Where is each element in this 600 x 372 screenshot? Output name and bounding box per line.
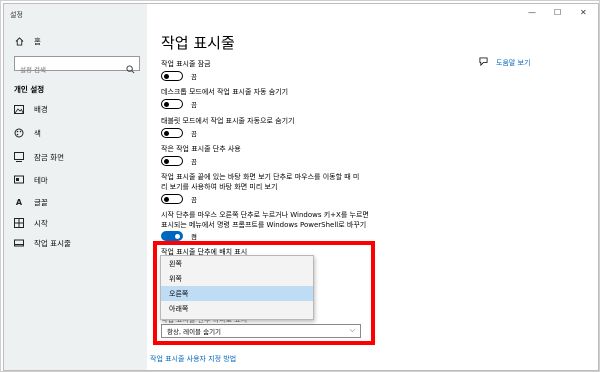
maximize-button[interactable]: ☐ bbox=[554, 8, 561, 17]
setting-autohide-tablet-label: 태블릿 모드에서 작업 표시줄 자동으로 숨기기 bbox=[161, 117, 295, 125]
app-title: 설정 bbox=[10, 11, 23, 19]
peek-toggle[interactable] bbox=[161, 194, 183, 204]
setting-lock-taskbar-label: 작업 표시줄 잠금 bbox=[161, 60, 211, 68]
small-buttons-toggle[interactable] bbox=[161, 156, 183, 166]
setting-autohide-desktop: 끔 bbox=[161, 99, 197, 109]
setting-powershell-label: 시작 단추를 마우스 오른쪽 단추로 누르거나 Windows 키+X를 누르면… bbox=[161, 210, 369, 230]
sidebar-item-label: 홈 bbox=[34, 36, 41, 46]
dropdown-option-right[interactable]: 오른쪽 bbox=[161, 286, 313, 301]
toggle-state: 끔 bbox=[191, 73, 197, 81]
background-icon bbox=[14, 104, 24, 114]
toggle-state: 켬 bbox=[191, 233, 197, 241]
sidebar-item-label: 잠금 화면 bbox=[34, 152, 64, 162]
setting-autohide-desktop-label: 데스크톱 모드에서 작업 표시줄 자동 숨기기 bbox=[161, 88, 289, 96]
search-icon[interactable] bbox=[126, 59, 135, 74]
help-icon bbox=[479, 57, 488, 68]
help-label: 도움말 보기 bbox=[496, 58, 531, 67]
sidebar-item-label: 작업 표시줄 bbox=[34, 238, 71, 248]
chevron-down-icon: ⌵ bbox=[349, 326, 355, 334]
page-title: 작업 표시줄 bbox=[161, 34, 235, 52]
setting-powershell-line1: 시작 단추를 마우스 오른쪽 단추로 누르거나 Windows 키+X를 누르면 bbox=[161, 211, 369, 219]
search-field[interactable] bbox=[14, 56, 140, 77]
autohide-desktop-toggle[interactable] bbox=[161, 99, 183, 109]
autohide-tablet-toggle[interactable] bbox=[161, 128, 183, 138]
toggle-state: 끔 bbox=[191, 101, 197, 109]
taskbar-position-dropdown: 왼쪽 위쪽 오른쪽 아래쪽 bbox=[160, 255, 314, 320]
setting-peek-line2: 리 보기를 사용하여 바탕 화면 미리 보기 bbox=[161, 183, 278, 191]
sidebar-item-home[interactable]: 홈 bbox=[14, 34, 41, 48]
dropdown-option-left[interactable]: 왼쪽 bbox=[161, 256, 313, 271]
lock-taskbar-toggle[interactable] bbox=[161, 71, 183, 81]
dropdown-option-bottom[interactable]: 아래쪽 bbox=[161, 301, 313, 316]
theme-icon bbox=[14, 175, 24, 185]
setting-peek: 끔 bbox=[161, 194, 197, 204]
sidebar-item-label: 테마 bbox=[34, 175, 48, 185]
search-input[interactable] bbox=[15, 63, 120, 77]
sidebar-item-label: 색 bbox=[34, 128, 41, 138]
sidebar-item-start[interactable]: 시작 bbox=[14, 216, 48, 230]
combine-buttons-select[interactable]: 항상, 레이블 숨기기 ⌵ bbox=[161, 324, 361, 338]
setting-lock-taskbar: 끔 bbox=[161, 71, 197, 81]
powershell-toggle[interactable] bbox=[161, 231, 183, 241]
customize-taskbar-link[interactable]: 작업 표시줄 사용자 지정 방법 bbox=[150, 354, 236, 364]
sidebar-section-title: 개인 설정 bbox=[14, 85, 45, 94]
setting-peek-label: 작업 표시줄 끝에 있는 바탕 화면 보기 단추로 마우스를 이동할 때 미 리… bbox=[161, 172, 359, 192]
sidebar-item-taskbar[interactable]: 작업 표시줄 bbox=[14, 236, 71, 250]
font-icon: A bbox=[15, 197, 23, 207]
combine-buttons-value: 항상, 레이블 숨기기 bbox=[167, 328, 222, 336]
start-icon bbox=[14, 218, 24, 228]
main-panel: — ☐ ✕ 작업 표시줄 도움말 보기 작업 표시줄 잠금 끔 데스크톱 모드에… bbox=[147, 4, 598, 370]
sidebar: 설정 홈 개인 설정 배경 색 bbox=[4, 4, 147, 370]
close-button[interactable]: ✕ bbox=[580, 8, 587, 17]
setting-autohide-tablet: 끔 bbox=[161, 128, 197, 138]
home-icon bbox=[14, 36, 24, 46]
sidebar-item-theme[interactable]: 테마 bbox=[14, 173, 48, 187]
minimize-button[interactable]: — bbox=[528, 8, 536, 17]
sidebar-item-font[interactable]: A 글꼴 bbox=[14, 195, 48, 209]
setting-small-buttons: 끔 bbox=[161, 156, 197, 166]
sidebar-item-label: 글꼴 bbox=[34, 197, 48, 207]
color-icon bbox=[14, 128, 24, 138]
sidebar-item-background[interactable]: 배경 bbox=[14, 102, 48, 116]
lock-screen-icon bbox=[14, 152, 24, 162]
setting-small-buttons-label: 작은 작업 표시줄 단추 사용 bbox=[161, 145, 241, 153]
toggle-state: 끔 bbox=[191, 130, 197, 138]
setting-peek-line1: 작업 표시줄 끝에 있는 바탕 화면 보기 단추로 마우스를 이동할 때 미 bbox=[161, 173, 360, 181]
setting-powershell: 켬 bbox=[161, 231, 197, 241]
sidebar-item-label: 시작 bbox=[34, 218, 48, 228]
toggle-state: 끔 bbox=[191, 196, 197, 204]
sidebar-item-label: 배경 bbox=[34, 104, 48, 114]
sidebar-item-color[interactable]: 색 bbox=[14, 126, 41, 140]
taskbar-icon bbox=[14, 238, 24, 248]
settings-window: 설정 홈 개인 설정 배경 색 bbox=[0, 0, 600, 372]
toggle-state: 끔 bbox=[191, 158, 197, 166]
setting-powershell-line2: 표시되는 메뉴에서 명령 프롬프트를 Windows PowerShell로 바… bbox=[161, 221, 367, 229]
sidebar-item-lock-screen[interactable]: 잠금 화면 bbox=[14, 150, 64, 164]
help-link[interactable]: 도움말 보기 bbox=[479, 57, 530, 68]
dropdown-option-top[interactable]: 위쪽 bbox=[161, 271, 313, 286]
